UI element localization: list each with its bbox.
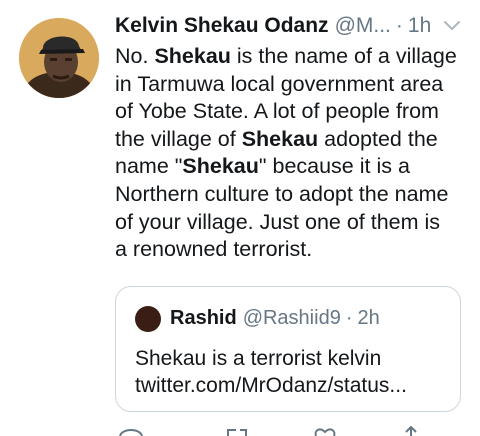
quoted-author-handle: @Rashiid9 [242,307,341,329]
tweet-time[interactable]: 1h [408,12,431,40]
tweet-text-line: in Tarmuwa local government area [115,71,465,99]
bold-keyword: Shekau [182,154,259,179]
chevron-down-icon[interactable] [442,18,462,34]
text-run: of your village. Just one of them is [115,209,441,234]
tweet-text-line: the village of Shekau adopted the [115,126,465,154]
text-run: adopted the [318,126,438,151]
author-avatar[interactable] [19,18,99,98]
text-run: a renowned terrorist. [115,237,313,262]
bold-keyword: Shekau [241,126,319,151]
tweet-text-line: name "Shekau" because it is a [115,153,465,181]
tweet-text-line: No. Shekau is the name of a village [115,43,465,71]
tweet-actions [0,426,480,436]
text-run: name " [115,154,183,179]
tweet-text-line: of your village. Just one of them is [115,209,465,237]
text-run: in Tarmuwa local government area [115,71,444,96]
quoted-separator-dot: · [345,307,353,329]
tweet-text-line: of Yobe State. A lot of people from [115,98,465,126]
quoted-tweet-time: 2h [357,307,380,329]
quoted-tweet-header: Rashid @Rashiid9 · 2h [170,304,380,332]
share-icon[interactable] [398,426,424,436]
text-run: Northern culture to adopt the name [115,181,449,206]
quoted-author-avatar [135,306,161,332]
tweet-text: No. Shekau is the name of a village in Ta… [115,43,465,264]
tweet-card[interactable]: Kelvin Shekau Odanz @M... · 1h No. Sheka… [0,0,480,436]
tweet-text-line: a renowned terrorist. [115,236,465,264]
tweet-text-line: Northern culture to adopt the name [115,181,465,209]
quoted-link[interactable]: twitter.com/MrOdanz/status... [135,372,455,399]
avatar-photo [19,18,99,98]
separator-dot: · [395,14,403,37]
text-run: No. [115,44,155,68]
quoted-tweet-text: Shekau is a terrorist kelvin twitter.com… [135,345,455,399]
text-run: " because it is a [258,154,410,179]
bold-keyword: Shekau [154,44,231,68]
like-icon[interactable] [312,426,338,436]
quoted-text-line: Shekau is a terrorist kelvin [135,347,382,370]
tweet-header: Kelvin Shekau Odanz @M... · 1h [115,12,465,40]
text-run: of Yobe State. A lot of people from [115,99,439,124]
text-run: the village of [115,126,242,151]
author-handle[interactable]: @M... [335,12,391,40]
retweet-icon[interactable] [224,426,250,436]
author-name[interactable]: Kelvin Shekau Odanz [115,12,329,40]
quoted-author-name: Rashid [170,307,237,329]
reply-icon[interactable] [118,426,144,436]
text-run: is the name of a village [230,44,457,68]
quoted-tweet[interactable]: Rashid @Rashiid9 · 2h Shekau is a terror… [115,286,461,412]
